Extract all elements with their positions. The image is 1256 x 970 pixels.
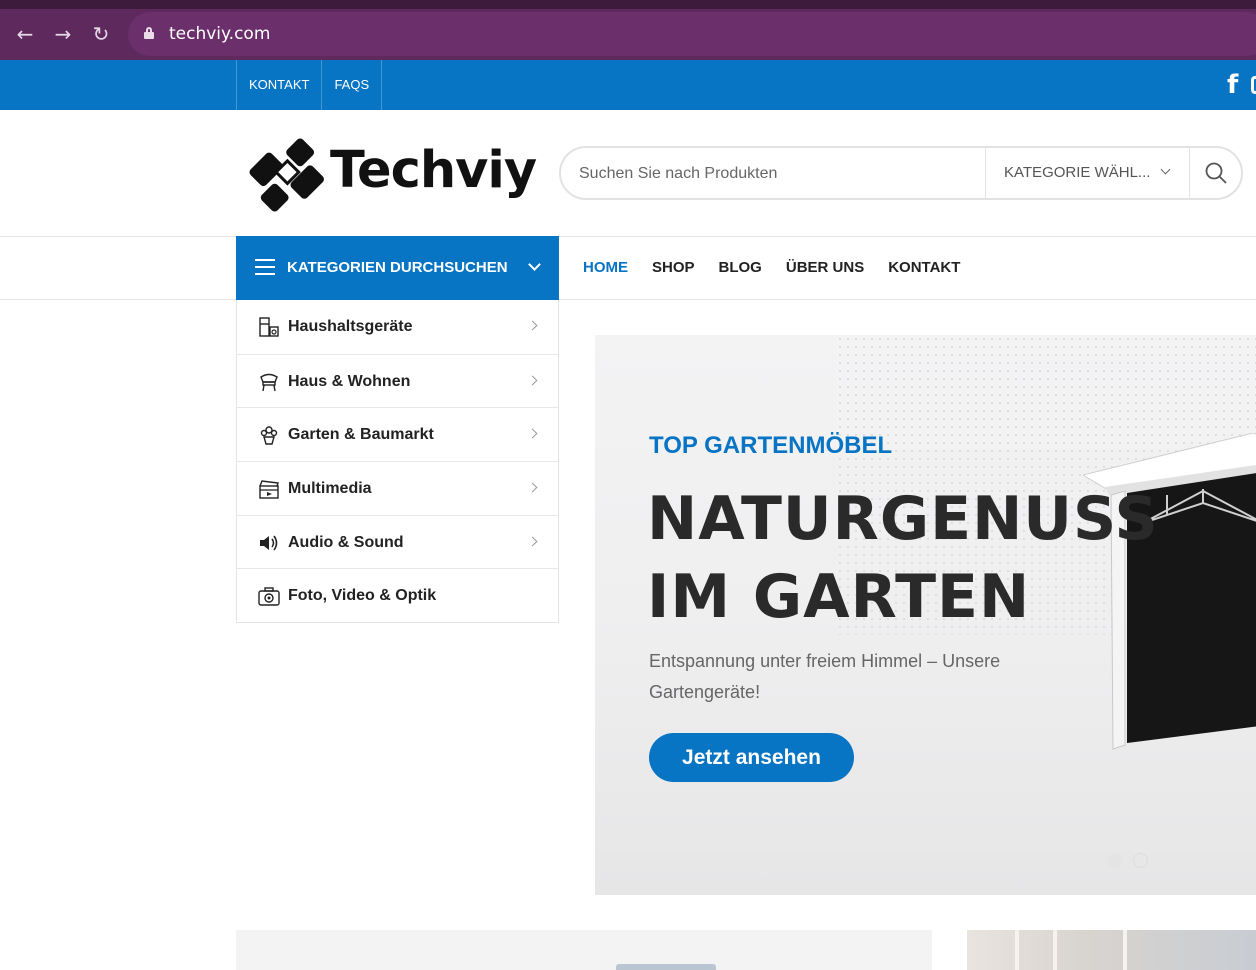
category-label: Audio & Sound	[288, 533, 404, 551]
chevron-right-icon	[527, 428, 538, 439]
chevron-right-icon	[527, 536, 538, 547]
top-bar: KONTAKT FAQS	[0, 60, 1256, 110]
instagram-icon[interactable]	[1251, 76, 1256, 94]
nav-ueber-uns[interactable]: ÜBER UNS	[786, 259, 864, 276]
category-item-audio-sound[interactable]: Audio & Sound	[237, 514, 558, 569]
search-bar: KATEGORIE WÄHL...	[559, 146, 1243, 200]
category-label: Garten & Baumarkt	[288, 426, 434, 444]
promo-product-image	[616, 964, 716, 970]
reload-icon[interactable]: ↻	[89, 22, 113, 46]
chevron-right-icon	[527, 482, 538, 493]
category-label: Haus & Wohnen	[288, 372, 411, 390]
category-label: Haushaltsgeräte	[288, 318, 413, 335]
category-item-haushaltsgeraete[interactable]: Haushaltsgeräte	[237, 300, 558, 354]
appliance-icon	[259, 317, 279, 337]
tab-strip	[0, 0, 1256, 9]
browse-categories-label: KATEGORIEN DURCHSUCHEN	[287, 259, 508, 276]
forward-arrow-icon[interactable]: →	[51, 22, 75, 46]
hero-cta-button[interactable]: Jetzt ansehen	[649, 733, 854, 782]
site-logo[interactable]: Techviy	[243, 128, 537, 220]
chevron-down-icon	[1160, 164, 1171, 175]
category-label: Multimedia	[288, 480, 372, 498]
promo-image-detail	[1123, 930, 1127, 970]
plant-pot-icon	[260, 426, 278, 446]
clapperboard-icon	[259, 480, 279, 499]
chevron-right-icon	[527, 375, 538, 386]
back-arrow-icon[interactable]: ←	[13, 22, 37, 46]
category-list: Haushaltsgeräte Haus & Wohnen Garten & B…	[236, 300, 559, 624]
category-item-haus-wohnen[interactable]: Haus & Wohnen	[237, 353, 558, 408]
slider-dot-active[interactable]	[1108, 853, 1123, 868]
hero-headline-line1: NATURGENUSS	[647, 484, 1159, 554]
hero-kicker: TOP GARTENMÖBEL	[649, 432, 893, 459]
slider-dot[interactable]	[1133, 853, 1148, 868]
menu-icon	[255, 259, 275, 275]
hero-subtitle: Entspannung unter freiem Himmel – Unsere…	[649, 651, 1001, 702]
facebook-icon[interactable]: f	[1227, 72, 1238, 98]
promo-image-detail	[1053, 930, 1057, 970]
camera-icon	[258, 587, 280, 607]
chevron-right-icon	[527, 320, 538, 331]
logo-text: Techviy	[330, 141, 537, 200]
hero-headline: NATURGENUSS IM GARTEN	[647, 480, 1159, 636]
browse-categories-button[interactable]: KATEGORIEN DURCHSUCHEN	[236, 236, 559, 300]
category-label: Foto, Video & Optik	[288, 587, 437, 605]
search-input[interactable]	[579, 160, 979, 188]
url-text: techviy.com	[169, 24, 271, 44]
hero-headline-line2: IM GARTEN	[647, 562, 1031, 632]
promo-banner-left[interactable]	[236, 930, 932, 970]
category-select-label: KATEGORIE WÄHL...	[1004, 164, 1151, 181]
nav-blog[interactable]: BLOG	[719, 259, 762, 276]
nav-home[interactable]: HOME	[583, 259, 628, 276]
logo-mark-icon	[249, 138, 324, 212]
address-bar[interactable]: techviy.com	[128, 12, 1256, 56]
slider-pagination	[1108, 853, 1158, 868]
hero-slider: TOP GARTENMÖBEL NATURGENUSS IM GARTEN En…	[595, 335, 1256, 895]
lock-icon	[144, 27, 154, 39]
category-item-garten-baumarkt[interactable]: Garten & Baumarkt	[237, 407, 558, 461]
top-link-kontakt[interactable]: KONTAKT	[236, 60, 321, 110]
main-nav: HOME SHOP BLOG ÜBER UNS KONTAKT	[583, 259, 984, 276]
category-item-multimedia[interactable]: Multimedia	[237, 461, 558, 515]
speaker-icon	[260, 535, 278, 551]
search-icon[interactable]	[1205, 162, 1227, 184]
top-links: KONTAKT FAQS	[236, 60, 383, 110]
nav-shop[interactable]: SHOP	[652, 259, 695, 276]
header-divider	[0, 236, 1256, 237]
promo-image-detail	[1015, 930, 1019, 970]
category-select[interactable]: KATEGORIE WÄHL...	[985, 148, 1190, 198]
top-link-faqs[interactable]: FAQS	[321, 60, 383, 110]
nav-divider	[0, 299, 1256, 300]
nav-kontakt[interactable]: KONTAKT	[888, 259, 960, 276]
promo-banner-right[interactable]	[967, 930, 1256, 970]
chevron-down-icon	[528, 258, 541, 271]
browser-chrome: ← → ↻ techviy.com	[0, 0, 1256, 60]
chair-icon	[260, 373, 278, 391]
category-item-foto-video-optik[interactable]: Foto, Video & Optik	[237, 568, 558, 622]
